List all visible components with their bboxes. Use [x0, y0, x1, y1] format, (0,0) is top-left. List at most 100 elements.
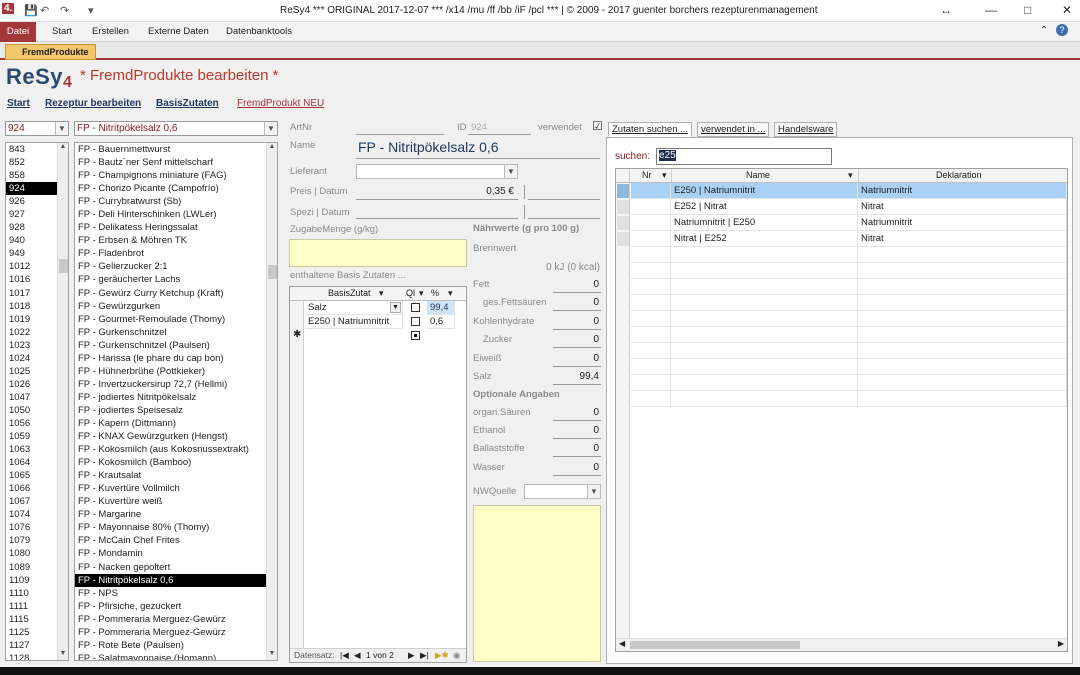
deklaration-cell[interactable]: Nitrat — [858, 199, 1067, 215]
product-list-item[interactable]: FP - Hühnerbrühe (Pottkieker) — [75, 365, 277, 378]
deklaration-cell[interactable] — [858, 311, 1067, 327]
id-list[interactable]: 843 852 858 924 926 927 928 940 949 1012 1016 1017 1… — [5, 142, 69, 661]
product-list-item[interactable]: FP - Kuvertüre Vollmilch — [75, 482, 277, 495]
product-list-item[interactable]: FP - Krautsalat — [75, 469, 277, 482]
artnr-field[interactable] — [356, 134, 444, 135]
scroll-up-icon[interactable]: ▲ — [58, 143, 68, 153]
deklaration-cell[interactable] — [858, 279, 1067, 295]
basiszutat-cell[interactable]: E250 | Natriumnitrit — [305, 315, 403, 329]
product-list-item[interactable]: FP - Margarine — [75, 508, 277, 521]
name-field[interactable]: FP - Nitritpökelsalz 0,6 — [358, 139, 499, 155]
name-cell[interactable] — [671, 311, 858, 327]
ql-checkbox-new[interactable] — [411, 331, 420, 340]
chevron-down-icon[interactable]: ▼ — [390, 302, 401, 313]
tab-start[interactable]: Start — [52, 26, 72, 37]
row-selector[interactable] — [617, 184, 629, 198]
dropdown-icon[interactable]: ▾ — [662, 169, 667, 182]
product-list-item[interactable]: FP - Gurkenschnitzel — [75, 326, 277, 339]
product-list-item[interactable]: FP - Gourmet-Remoulade (Thomy) — [75, 313, 277, 326]
scroll-up-icon[interactable]: ▲ — [267, 143, 277, 153]
search-input[interactable]: e25 — [656, 148, 832, 165]
deklaration-cell[interactable] — [858, 327, 1067, 343]
product-list-item[interactable]: FP - Mayonnaise 80% (Thomy) — [75, 521, 277, 534]
redo-icon[interactable]: ↷ — [60, 4, 69, 17]
name-cell[interactable]: Nitrat | E252 — [671, 231, 858, 247]
col-percent[interactable]: % — [431, 287, 439, 300]
name-cell[interactable]: E252 | Nitrat — [671, 199, 858, 215]
product-list-item[interactable]: FP - Kapern (Dittmann) — [75, 417, 277, 430]
optional-value[interactable]: 0 — [553, 443, 599, 454]
zugabe-field[interactable] — [289, 239, 467, 267]
product-list-item[interactable]: FP - Kuvertüre weiß — [75, 495, 277, 508]
product-list-item[interactable]: FP - Gewürzgurken — [75, 300, 277, 313]
product-list-item[interactable]: FP - Salatmayonnaise (Homann) — [75, 652, 277, 660]
product-combo[interactable]: FP - Nitritpökelsalz 0,6 ▼ — [74, 121, 278, 136]
next-record-icon[interactable]: ▶ — [408, 649, 415, 662]
chevron-down-icon[interactable]: ▼ — [587, 485, 600, 498]
product-list-item[interactable]: FP - Harissa (le phare du cap bon) — [75, 352, 277, 365]
name-cell[interactable] — [671, 279, 858, 295]
row-selector[interactable] — [617, 200, 629, 214]
minimize-button[interactable]: — — [985, 3, 997, 17]
deklaration-cell[interactable]: Natriumnitrit — [858, 183, 1067, 199]
chevron-down-icon[interactable]: ▼ — [264, 122, 277, 135]
product-list-item[interactable]: FP - Chorizo Picante (Campofrío) — [75, 182, 277, 195]
product-list-item[interactable]: FP - jodiertes Speisesalz — [75, 404, 277, 417]
help-icon[interactable]: ? — [1056, 24, 1068, 36]
nr-cell[interactable] — [631, 247, 671, 263]
resize-icon[interactable]: ↔ — [940, 3, 952, 17]
nutrition-value[interactable]: 0 — [553, 279, 599, 290]
percent-cell[interactable]: 99,4 — [427, 301, 455, 315]
name-cell[interactable]: Natriumnitrit | E250 — [671, 215, 858, 231]
nutrition-value[interactable]: 0 — [553, 334, 599, 345]
product-list-item[interactable]: FP - Bauernmettwurst — [75, 143, 277, 156]
nutrition-value[interactable]: 0 — [553, 297, 599, 308]
preis-datum-field[interactable] — [528, 199, 600, 200]
nutrition-value[interactable]: 0 — [553, 353, 599, 364]
scroll-thumb[interactable] — [630, 641, 800, 649]
nr-cell[interactable] — [631, 343, 671, 359]
col-basiszutat[interactable]: BasisZutat — [328, 287, 371, 300]
dropdown-icon[interactable]: ▾ — [379, 287, 384, 300]
col-deklaration[interactable]: Deklaration — [936, 169, 982, 182]
nr-cell[interactable] — [631, 199, 671, 215]
product-list-item[interactable]: FP - Kokosmilch (aus Kokosnussextrakt) — [75, 443, 277, 456]
deklaration-cell[interactable]: Natriumnitrit — [858, 215, 1067, 231]
ql-checkbox[interactable] — [411, 317, 420, 326]
deklaration-cell[interactable] — [858, 375, 1067, 391]
tab-fremdprodukte[interactable]: FremdProdukte — [5, 44, 96, 60]
nr-cell[interactable] — [631, 327, 671, 343]
nr-cell[interactable] — [631, 231, 671, 247]
basiszutat-cell[interactable]: Salz ▼ — [305, 301, 403, 315]
product-list-item[interactable]: FP - Fladenbrot — [75, 247, 277, 260]
name-cell[interactable] — [671, 263, 858, 279]
product-list-item[interactable]: FP - Gewürz Curry Ketchup (Kraft) — [75, 287, 277, 300]
nwquelle-combo[interactable]: ▼ — [524, 484, 601, 499]
name-cell[interactable] — [671, 343, 858, 359]
optional-value[interactable]: 0 — [553, 462, 599, 473]
product-list-item[interactable]: FP - Pommeraria Merguez-Gewürz — [75, 613, 277, 626]
product-list-scrollbar[interactable]: ▲ ▼ — [266, 143, 277, 660]
scroll-thumb[interactable] — [268, 265, 277, 279]
dropdown-icon[interactable]: ▾ — [848, 169, 853, 182]
name-cell[interactable] — [671, 295, 858, 311]
product-list-item[interactable]: FP - Gurkenschnitzel (Paulsen) — [75, 339, 277, 352]
product-list-item[interactable]: FP - Pommeraria Merguez-Gewürz — [75, 626, 277, 639]
nr-cell[interactable] — [631, 279, 671, 295]
deklaration-cell[interactable] — [858, 391, 1067, 407]
first-record-icon[interactable]: |◀ — [340, 649, 349, 662]
name-cell[interactable] — [671, 391, 858, 407]
basiszutaten-grid[interactable]: BasisZutat ▾ Ql ▾ % ▾ Salz ▼ 99,4 E250 | … — [289, 286, 467, 663]
product-list-item[interactable]: FP - Champignons miniature (FAG) — [75, 169, 277, 182]
product-list-item[interactable]: FP - Gelierzucker 2:1 — [75, 260, 277, 273]
nutrition-value[interactable]: 0 — [553, 316, 599, 327]
product-list-item[interactable]: FP - NPS — [75, 587, 277, 600]
notes-memo[interactable] — [473, 505, 601, 662]
deklaration-cell[interactable] — [858, 359, 1067, 375]
nr-cell[interactable] — [631, 359, 671, 375]
product-list-item[interactable]: FP - Kokosmilch (Bamboo) — [75, 456, 277, 469]
row-selector[interactable] — [617, 232, 629, 246]
expand-ribbon-icon[interactable]: ⌃ — [1040, 25, 1048, 36]
product-list-item[interactable]: FP - Invertzuckersirup 72,7 (Hellmi) — [75, 378, 277, 391]
product-list-item[interactable]: FP - Deli Hinterschinken (LWLer) — [75, 208, 277, 221]
